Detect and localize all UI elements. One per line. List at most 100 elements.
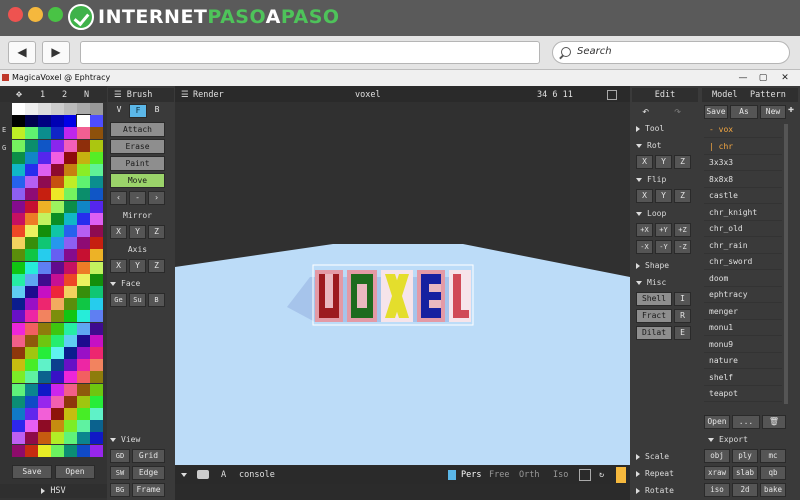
- erase-button[interactable]: Erase: [110, 139, 165, 154]
- palette-swatch[interactable]: [38, 225, 51, 237]
- palette-swatch[interactable]: [12, 298, 25, 311]
- model-new-button[interactable]: New: [760, 105, 786, 119]
- palette-swatch[interactable]: [25, 261, 38, 274]
- palette-swatch[interactable]: [77, 188, 90, 201]
- palette-swatch[interactable]: [64, 420, 77, 433]
- tab-pattern[interactable]: Pattern: [750, 88, 786, 102]
- palette-swatch[interactable]: [12, 200, 25, 213]
- collapse-arrow-icon[interactable]: [181, 466, 192, 484]
- search-input[interactable]: Search: [552, 41, 790, 64]
- palette-swatch[interactable]: [51, 395, 64, 408]
- reset-view-icon[interactable]: ↻: [599, 466, 604, 484]
- palette-swatch[interactable]: [77, 347, 90, 359]
- palette-swatch[interactable]: [12, 151, 25, 164]
- palette-swatch[interactable]: [90, 334, 103, 347]
- model-more-button[interactable]: ...: [732, 415, 760, 429]
- palette-swatch[interactable]: [51, 347, 64, 359]
- palette-swatch[interactable]: [90, 164, 103, 176]
- file-list-item[interactable]: castle: [704, 188, 782, 204]
- palette-swatch[interactable]: [51, 444, 64, 457]
- brush-mode-v[interactable]: V: [110, 104, 128, 118]
- rot-y-button[interactable]: Y: [655, 155, 672, 169]
- palette-swatch[interactable]: [77, 298, 90, 311]
- palette-swatch[interactable]: [64, 310, 77, 323]
- move-icon[interactable]: ✥: [16, 88, 22, 102]
- palette-swatch[interactable]: [90, 359, 103, 372]
- render-button[interactable]: Render: [193, 88, 224, 102]
- palette-swatch[interactable]: [77, 212, 90, 225]
- palette-swatch[interactable]: [38, 200, 51, 213]
- palette-swatch[interactable]: [77, 371, 90, 384]
- palette-swatch[interactable]: [64, 249, 77, 262]
- palette-swatch[interactable]: [12, 225, 25, 237]
- loop-section[interactable]: Loop: [636, 209, 666, 218]
- palette-swatch[interactable]: [38, 151, 51, 164]
- model-save-button[interactable]: Save: [704, 105, 728, 119]
- model-dimensions[interactable]: 34 6 11: [537, 88, 573, 102]
- view-edge-button[interactable]: Edge: [132, 466, 165, 480]
- file-list-item[interactable]: chr_old: [704, 221, 782, 237]
- palette-swatch[interactable]: [25, 273, 38, 286]
- rot-z-button[interactable]: Z: [674, 155, 691, 169]
- palette-swatch[interactable]: [77, 444, 90, 457]
- fullscreen-icon[interactable]: [607, 90, 617, 100]
- palette-swatch[interactable]: [90, 188, 103, 201]
- shape-section[interactable]: Shape: [636, 261, 669, 270]
- selected-swatch[interactable]: [76, 114, 91, 129]
- palette-swatch[interactable]: [90, 383, 103, 396]
- palette-swatch[interactable]: [51, 371, 64, 384]
- mirror-z-button[interactable]: Z: [148, 225, 165, 239]
- loop-plus-y-button[interactable]: +Y: [655, 223, 672, 237]
- palette-swatch[interactable]: [90, 151, 103, 164]
- palette-swatch[interactable]: [51, 151, 64, 164]
- palette-swatch[interactable]: [90, 176, 103, 189]
- palette-swatch[interactable]: [25, 286, 38, 298]
- palette-swatch[interactable]: [25, 225, 38, 237]
- fract-button[interactable]: Fract: [636, 309, 672, 323]
- loop-plus-z-button[interactable]: +Z: [674, 223, 691, 237]
- app-minimize-button[interactable]: —: [734, 70, 752, 86]
- palette-swatch[interactable]: [12, 395, 25, 408]
- flip-x-button[interactable]: X: [636, 189, 653, 203]
- palette-swatch[interactable]: [90, 249, 103, 262]
- mirror-y-button[interactable]: Y: [129, 225, 146, 239]
- palette-swatch[interactable]: [51, 200, 64, 213]
- palette-swatch[interactable]: [25, 103, 38, 115]
- palette-swatch[interactable]: [25, 395, 38, 408]
- palette-swatch[interactable]: [77, 286, 90, 298]
- palette-swatch[interactable]: [51, 322, 64, 335]
- palette-swatch[interactable]: [38, 139, 51, 152]
- palette-swatch[interactable]: [25, 212, 38, 225]
- palette-swatch[interactable]: [51, 127, 64, 140]
- palette-swatch[interactable]: [51, 237, 64, 250]
- brush-mode-f[interactable]: F: [129, 104, 147, 118]
- palette-swatch[interactable]: [51, 420, 64, 433]
- palette-swatch[interactable]: [38, 334, 51, 347]
- palette-swatch[interactable]: [38, 188, 51, 201]
- palette-swatch[interactable]: [25, 334, 38, 347]
- export-section[interactable]: Export: [708, 435, 748, 444]
- palette-swatch[interactable]: [90, 322, 103, 335]
- palette-swatch[interactable]: [38, 298, 51, 311]
- brush-next-button[interactable]: ›: [148, 191, 165, 205]
- rot-section[interactable]: Rot: [636, 141, 661, 150]
- palette-swatch[interactable]: [77, 176, 90, 189]
- palette-swatch[interactable]: [51, 139, 64, 152]
- palette-swatch[interactable]: [64, 444, 77, 457]
- palette-swatch[interactable]: [90, 286, 103, 298]
- palette-swatch[interactable]: [12, 237, 25, 250]
- axis-y-button[interactable]: Y: [129, 259, 146, 273]
- palette-swatch[interactable]: [12, 176, 25, 189]
- view-bg-button[interactable]: BG: [110, 483, 130, 497]
- palette-swatch[interactable]: [90, 225, 103, 237]
- minimize-window-button[interactable]: [28, 7, 43, 22]
- palette-swatch[interactable]: [12, 334, 25, 347]
- palette-swatch[interactable]: [51, 225, 64, 237]
- palette-swatch[interactable]: [64, 286, 77, 298]
- palette-swatch[interactable]: [90, 432, 103, 445]
- rotate-section[interactable]: Rotate: [636, 486, 674, 495]
- palette-swatch[interactable]: [38, 383, 51, 396]
- palette-swatch[interactable]: [90, 347, 103, 359]
- palette-swatch[interactable]: [77, 103, 90, 115]
- palette-swatch[interactable]: [38, 164, 51, 176]
